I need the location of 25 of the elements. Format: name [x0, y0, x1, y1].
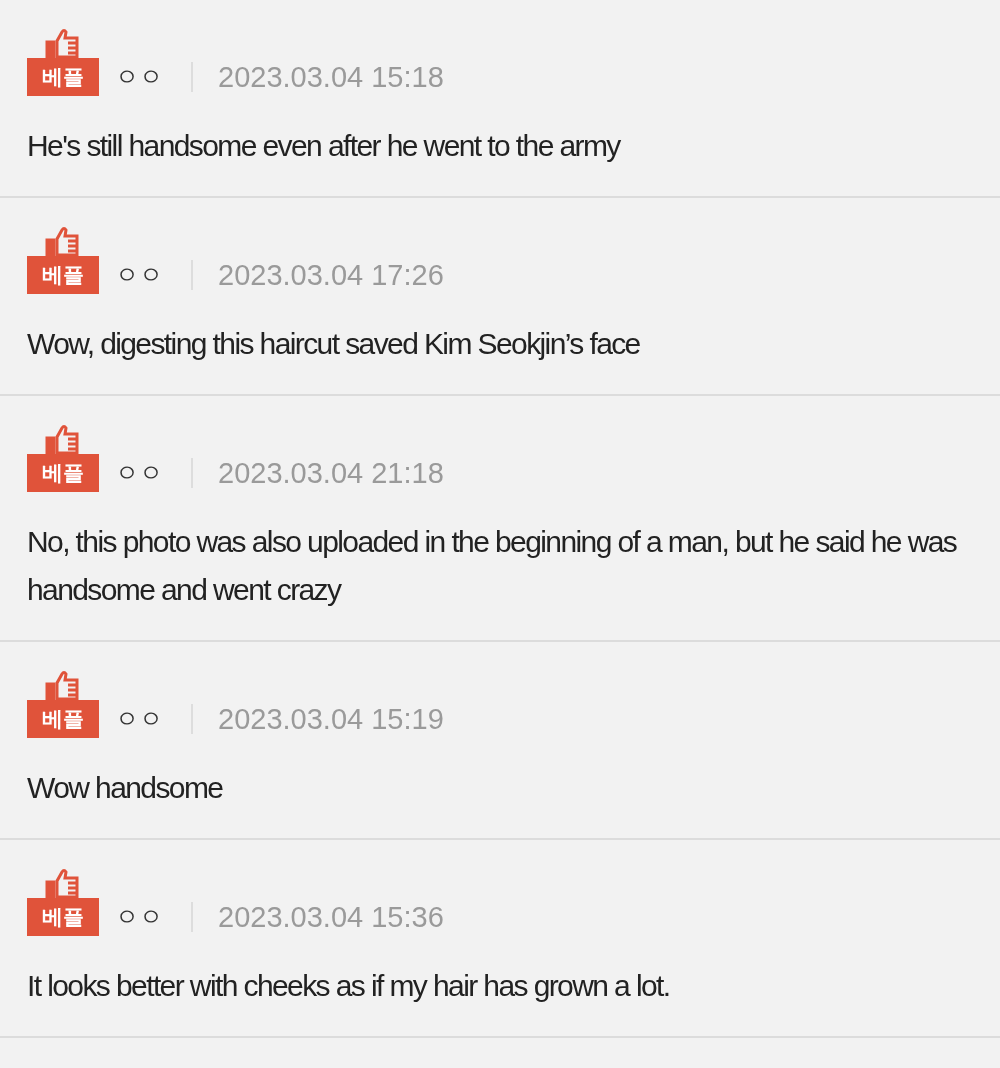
comment-date: 2023.03.04 17:26: [218, 258, 444, 293]
username: ㅇㅇ: [115, 458, 163, 488]
comment-text: It looks better with cheeks as if my hair has grown a lot.: [27, 968, 671, 1004]
thumbs-up-icon: [44, 670, 82, 700]
comment-date: 2023.03.04 15:18: [218, 60, 444, 95]
comment-text: Wow handsome: [27, 770, 224, 806]
comment-text: Wow, digesting this haircut saved Kim Seokjin’s face: [27, 326, 641, 362]
thumbs-up-icon: [44, 424, 82, 454]
comment-date: 2023.03.04 21:18: [218, 456, 444, 491]
thumbs-up-icon: [44, 226, 82, 256]
comment-text: No, this photo was also uploaded in the beginning of a man, but he said he was handsome and went crazy: [27, 524, 958, 608]
username: ㅇㅇ: [115, 704, 163, 734]
comment-date: 2023.03.04 15:19: [218, 702, 444, 737]
best-comment-badge: 베플: [27, 700, 99, 738]
username: ㅇㅇ: [115, 902, 163, 932]
best-comment-badge: 베플: [27, 454, 99, 492]
thumbs-up-icon: [44, 868, 82, 898]
username: ㅇㅇ: [115, 62, 163, 92]
comment-text: He's still handsome even after he went to the army: [27, 128, 622, 164]
best-comment-badge: 베플: [27, 898, 99, 936]
thumbs-up-icon: [44, 28, 82, 58]
comment-date: 2023.03.04 15:36: [218, 900, 444, 935]
best-comment-badge: 베플: [27, 256, 99, 294]
best-comment-badge: 베플: [27, 58, 99, 96]
username: ㅇㅇ: [115, 260, 163, 290]
